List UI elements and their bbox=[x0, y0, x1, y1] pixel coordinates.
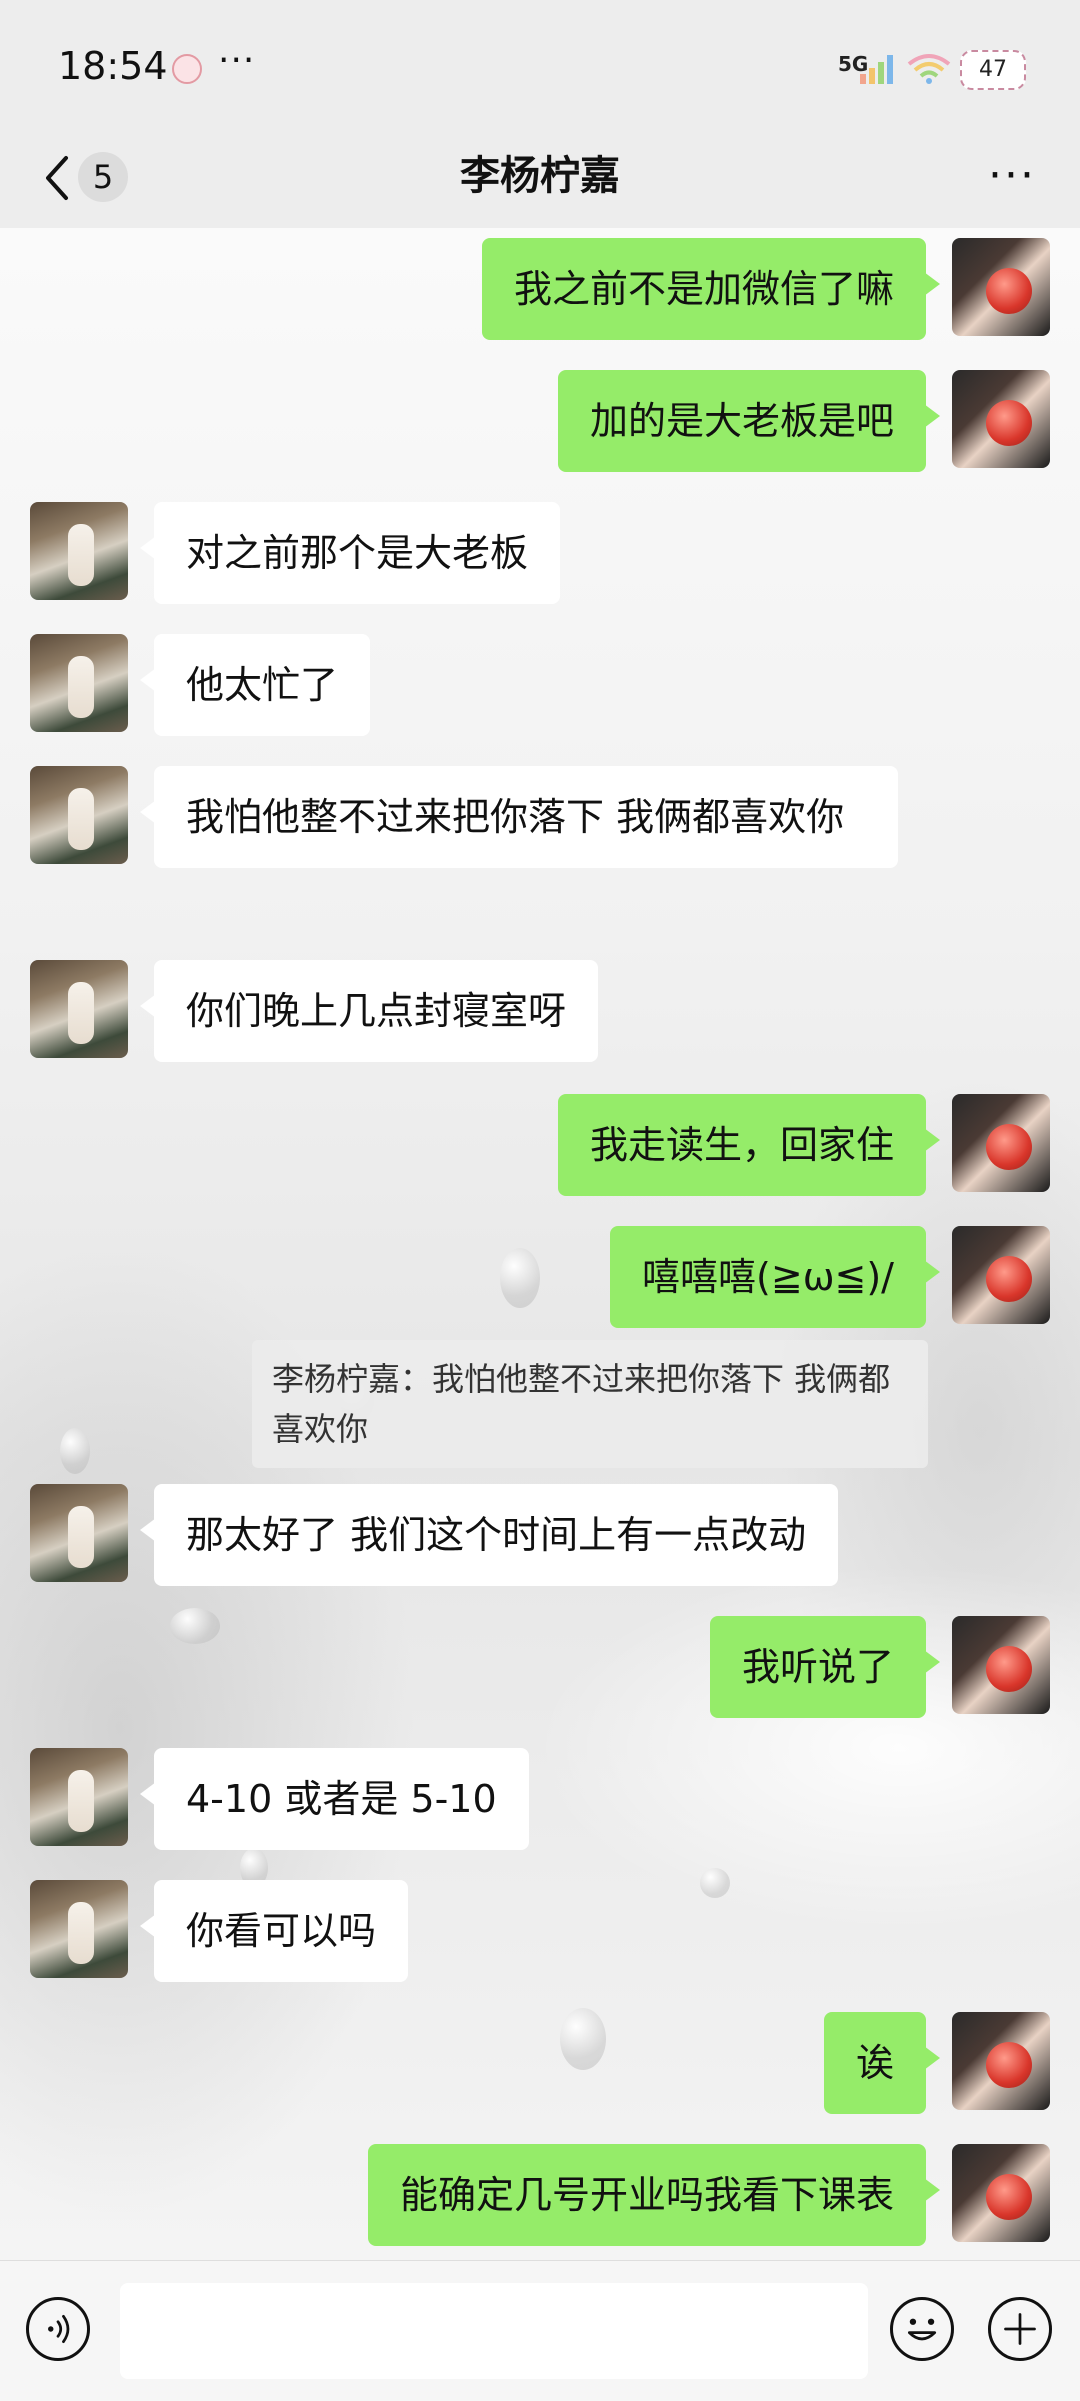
more-options-icon[interactable]: ··· bbox=[988, 150, 1036, 201]
background-decoration bbox=[60, 1428, 90, 1474]
signal-icon bbox=[860, 55, 893, 84]
my-avatar[interactable] bbox=[952, 1616, 1050, 1714]
background-decoration bbox=[560, 2008, 606, 2070]
contact-message-bubble[interactable]: 你们晚上几点封寝室呀 bbox=[139, 960, 599, 1062]
my-message-bubble[interactable]: 加的是大老板是吧 bbox=[557, 370, 941, 472]
my-message-bubble[interactable]: 能确定几号开业吗我看下课表 bbox=[367, 2144, 941, 2246]
wifi-icon bbox=[907, 54, 951, 84]
contact-avatar[interactable] bbox=[30, 960, 128, 1058]
weibo-notification-icon bbox=[172, 54, 202, 84]
background-decoration bbox=[170, 1608, 220, 1644]
status-time: 18:54 bbox=[58, 44, 168, 88]
my-message-bubble[interactable]: 诶 bbox=[823, 2012, 941, 2114]
contact-avatar[interactable] bbox=[30, 1484, 128, 1582]
contact-message-bubble[interactable]: 那太好了 我们这个时间上有一点改动 bbox=[139, 1484, 839, 1586]
my-avatar[interactable] bbox=[952, 2144, 1050, 2242]
voice-icon[interactable] bbox=[26, 2297, 90, 2361]
contact-message-bubble[interactable]: 4-10 或者是 5-10 bbox=[140, 1748, 529, 1850]
my-message-bubble[interactable]: 我之前不是加微信了嘛 bbox=[481, 238, 941, 340]
contact-avatar[interactable] bbox=[30, 1748, 128, 1846]
background-decoration bbox=[700, 1868, 730, 1898]
contact-message-bubble[interactable]: 他太忙了 bbox=[139, 634, 371, 736]
contact-message-bubble[interactable]: 对之前那个是大老板 bbox=[139, 502, 561, 604]
my-avatar[interactable] bbox=[952, 1094, 1050, 1192]
battery-indicator: 47 bbox=[960, 50, 1026, 90]
contact-avatar[interactable] bbox=[30, 502, 128, 600]
my-avatar[interactable] bbox=[952, 238, 1050, 336]
status-bar: 18:54 ··· 5G 47 bbox=[0, 0, 1080, 132]
chat-header: 5 李杨柠嘉 ··· bbox=[0, 132, 1080, 228]
my-message-bubble[interactable]: 我走读生，回家住 bbox=[557, 1094, 941, 1196]
plus-icon[interactable] bbox=[988, 2297, 1052, 2361]
input-bar bbox=[0, 2260, 1080, 2401]
my-message-bubble[interactable]: 嘻嘻嘻(≧ω≦)/ bbox=[610, 1226, 940, 1328]
contact-avatar[interactable] bbox=[30, 634, 128, 732]
my-message-bubble[interactable]: 我听说了 bbox=[709, 1616, 941, 1718]
contact-avatar[interactable] bbox=[30, 1880, 128, 1978]
my-avatar[interactable] bbox=[952, 2012, 1050, 2110]
status-more-icon: ··· bbox=[218, 40, 256, 81]
my-avatar[interactable] bbox=[952, 370, 1050, 468]
my-avatar[interactable] bbox=[952, 1226, 1050, 1324]
contact-avatar[interactable] bbox=[30, 766, 128, 864]
quoted-message[interactable]: 李杨柠嘉：我怕他整不过来把你落下 我俩都喜欢你 bbox=[252, 1340, 928, 1468]
background-decoration bbox=[500, 1248, 540, 1308]
contact-message-bubble[interactable]: 你看可以吗 bbox=[139, 1880, 409, 1982]
chat-title: 李杨柠嘉 bbox=[460, 153, 620, 199]
message-input[interactable] bbox=[120, 2283, 868, 2379]
emoji-icon[interactable] bbox=[890, 2297, 954, 2361]
chat-message-list[interactable]: 我之前不是加微信了嘛 加的是大老板是吧 对之前那个是大老板 他太忙了 我怕他整不… bbox=[0, 228, 1080, 2260]
contact-message-bubble[interactable]: 我怕他整不过来把你落下 我俩都喜欢你 bbox=[140, 766, 898, 868]
